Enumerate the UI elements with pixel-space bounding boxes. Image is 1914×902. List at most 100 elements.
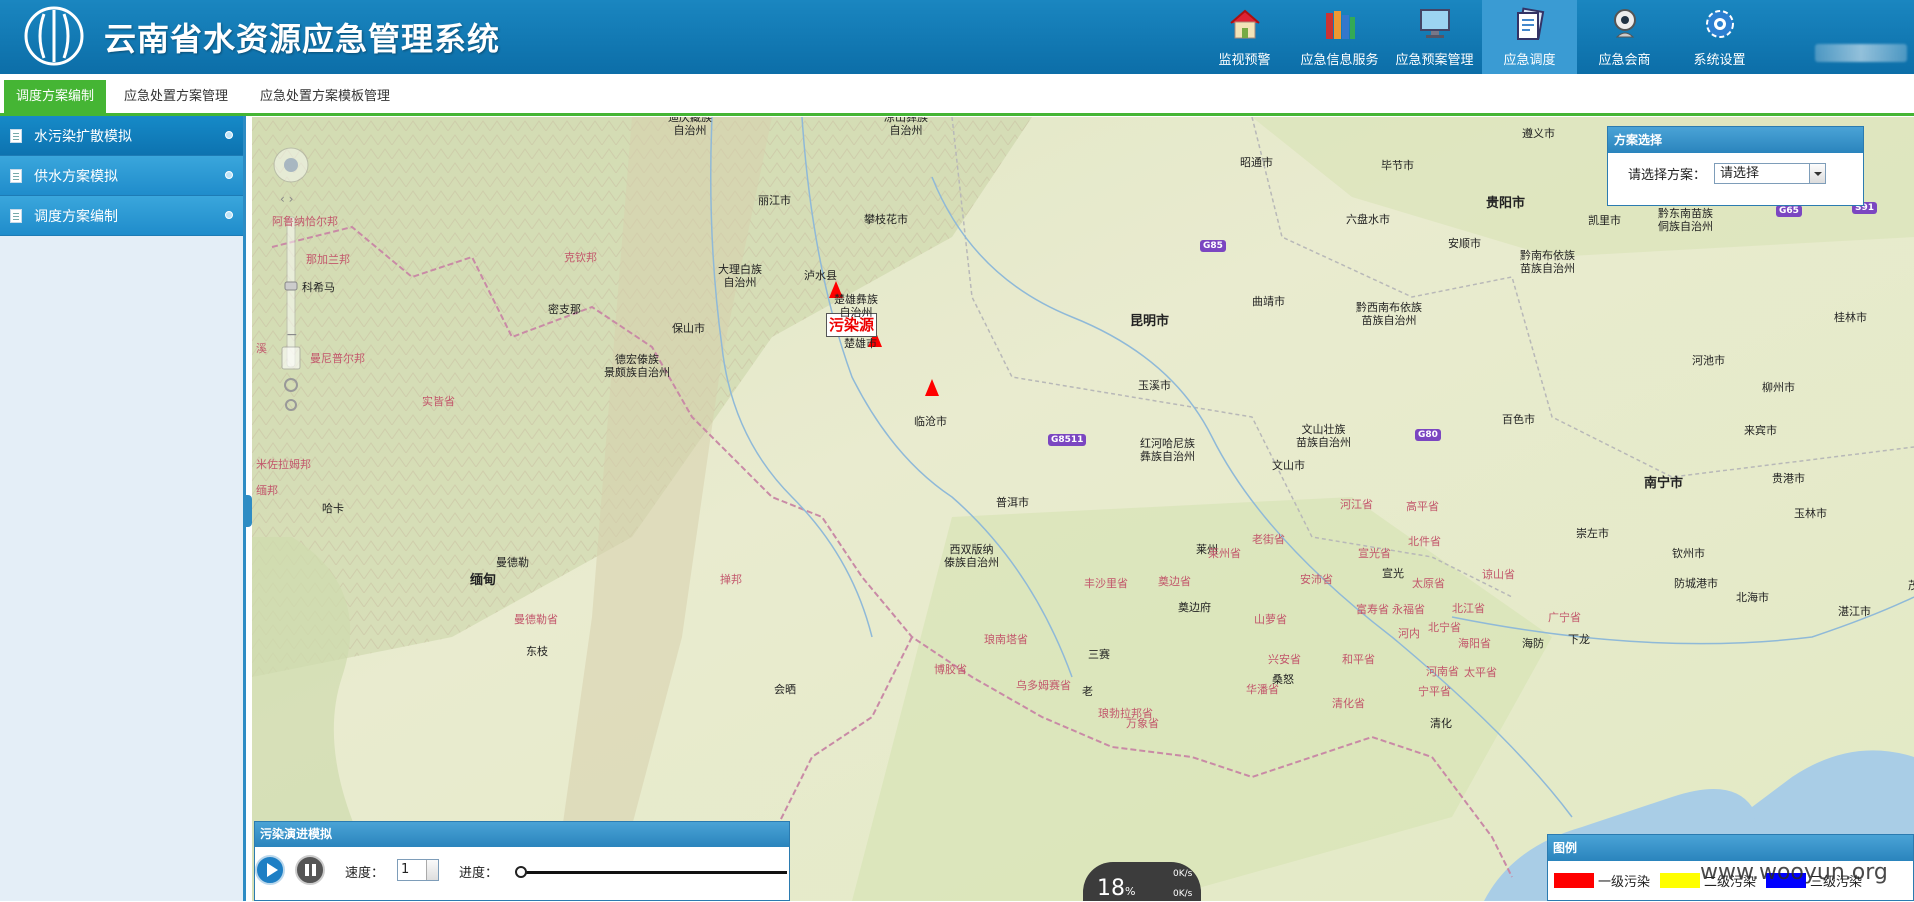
watermark: www.wooyun.org <box>1700 860 1888 885</box>
webcam-icon <box>1605 5 1645 43</box>
map-place-label: 楚雄彝族 自治州 <box>834 293 878 319</box>
nav-system-settings[interactable]: 系统设置 <box>1672 0 1767 74</box>
sidebar-item-water-supply[interactable]: 供水方案模拟 <box>0 156 243 196</box>
gauge-percent: 18 <box>1097 876 1125 901</box>
nav-label: 应急信息服务 <box>1300 53 1379 68</box>
map-region-label: 乌多姆赛省 <box>1016 679 1071 692</box>
map-region-label: 掸邦 <box>720 573 742 586</box>
map-place-label: 缅甸 <box>470 573 497 588</box>
map-place-label: 宣光 <box>1382 567 1404 580</box>
expand-dot-icon <box>225 211 233 219</box>
map-place-label: 泸水县 <box>804 269 837 282</box>
plan-select[interactable]: 请选择 <box>1714 163 1827 184</box>
house-icon <box>1225 5 1265 43</box>
map-region-label: 安沛省 <box>1300 573 1333 586</box>
map-place-label: 防城港市 <box>1674 577 1718 590</box>
map-place-label: 会晒 <box>774 683 796 696</box>
map-place-label: 河池市 <box>1692 354 1725 367</box>
sidebar-collapse-handle[interactable] <box>244 495 252 527</box>
nav-label: 应急调度 <box>1503 53 1556 68</box>
map-place-label: 昆明市 <box>1130 314 1170 329</box>
stepper-arrows-icon[interactable] <box>426 860 438 880</box>
sidebar-item-label: 调度方案编制 <box>34 208 118 225</box>
sidebar-item-label: 水污染扩散模拟 <box>34 128 132 145</box>
map-place-label: 黔南布依族 苗族自治州 <box>1520 249 1575 275</box>
speed-stepper[interactable]: 1 <box>397 859 439 881</box>
map-place-label: 奠边府 <box>1178 601 1211 614</box>
nav-monitor-warning[interactable]: 监视预警 <box>1197 0 1292 74</box>
tab-disposal-plan-management[interactable]: 应急处置方案管理 <box>112 80 240 113</box>
map-place-label: 湛江市 <box>1838 605 1871 618</box>
map-place-label: 攀枝花市 <box>864 213 908 226</box>
sidebar-item-pollution-diffusion[interactable]: 水污染扩散模拟 <box>0 116 243 156</box>
map-place-label: 迪庆藏族 自治州 <box>668 117 712 137</box>
play-button[interactable] <box>255 855 285 885</box>
map-region-label: 奠边省 <box>1158 575 1191 588</box>
nav-emergency-info[interactable]: 应急信息服务 <box>1292 0 1387 74</box>
map-place-label: 安顺市 <box>1448 237 1481 250</box>
map-place-label: 毕节市 <box>1381 159 1414 172</box>
map-place-label: 来宾市 <box>1744 424 1777 437</box>
map-place-label: 保山市 <box>672 322 705 335</box>
map-region-label: 克钦邦 <box>564 251 597 264</box>
gear-icon <box>1700 5 1740 43</box>
map-region-label: 谅山省 <box>1482 568 1515 581</box>
map-region-label: 曼尼普尔邦 <box>310 352 365 365</box>
expand-dot-icon <box>225 131 233 139</box>
map-place-label: 普洱市 <box>996 496 1029 509</box>
road-shield: G8511 <box>1048 434 1087 446</box>
map-place-label: 曲靖市 <box>1252 295 1285 308</box>
map-region-label: 缅邦 <box>256 484 278 497</box>
upload-rate: 0K/s <box>1173 869 1193 879</box>
progress-slider-handle[interactable] <box>515 866 527 878</box>
download-rate: 0K/s <box>1173 889 1193 899</box>
pause-button[interactable] <box>295 855 325 885</box>
plan-selection-panel: 方案选择 请选择方案： 请选择 <box>1607 126 1864 206</box>
map-region-label: 高平省 <box>1406 500 1439 513</box>
map-place-label: 哈卡 <box>322 502 344 515</box>
nav-emergency-dispatch[interactable]: 应急调度 <box>1482 0 1577 74</box>
map-place-label: 六盘水市 <box>1346 213 1390 226</box>
expand-dot-icon <box>225 171 233 179</box>
map-place-label: 凉山彝族 自治州 <box>884 117 928 137</box>
map-view[interactable]: ‹ › − G85 G65 S91 G8511 G80 污染源 迪庆藏族 自治州… <box>252 117 1914 901</box>
map-place-label: 丽江市 <box>758 194 791 207</box>
map-place-label: 清化 <box>1430 717 1452 730</box>
map-place-label: 黔西南布依族 苗族自治州 <box>1356 301 1422 327</box>
road-shield: G85 <box>1200 240 1226 252</box>
road-shield: G80 <box>1415 429 1441 441</box>
map-place-label: 黔东南苗族 侗族自治州 <box>1658 207 1713 233</box>
map-place-label: 科希马 <box>302 281 335 294</box>
map-place-label: 玉溪市 <box>1138 379 1171 392</box>
map-place-label: 北海市 <box>1736 591 1769 604</box>
chevron-down-icon[interactable] <box>1809 164 1826 183</box>
tab-dispatch-plan-editing[interactable]: 调度方案编制 <box>4 80 107 113</box>
tab-disposal-template-management[interactable]: 应急处置方案模板管理 <box>248 80 402 113</box>
map-place-label: 玉林市 <box>1794 507 1827 520</box>
map-region-label: 宁平省 <box>1418 685 1451 698</box>
map-place-label: 西双版纳 傣族自治州 <box>944 543 999 569</box>
gauge-unit: % <box>1125 885 1136 898</box>
map-region-label: 阿鲁纳恰尔邦 <box>272 215 338 228</box>
nav-consultation[interactable]: 应急会商 <box>1577 0 1672 74</box>
progress-label: 进度： <box>459 866 499 881</box>
legend-swatch <box>1554 873 1594 888</box>
document-icon <box>10 168 22 183</box>
map-place-label: 楚雄市 <box>844 337 877 350</box>
map-zoom-control[interactable]: ‹ › − <box>270 147 312 447</box>
nav-plan-management[interactable]: 应急预案管理 <box>1387 0 1482 74</box>
map-region-label: 太原省 <box>1412 577 1445 590</box>
map-region-label: 永福省 <box>1392 603 1425 616</box>
map-place-label: 崇左市 <box>1576 527 1609 540</box>
progress-slider[interactable] <box>515 866 787 878</box>
header-bar: 云南省水资源应急管理系统 监视预警 应急信息服务 应急预案管理 应急调度 应急会… <box>0 0 1914 74</box>
nav-label: 监视预警 <box>1218 53 1271 68</box>
map-place-label: 百色市 <box>1502 413 1535 426</box>
map-region-label: 溪 <box>256 342 267 355</box>
map-region-label: 实皆省 <box>422 395 455 408</box>
sidebar-item-dispatch-editing[interactable]: 调度方案编制 <box>0 196 243 236</box>
map-region-label: 广宁省 <box>1548 611 1581 624</box>
legend-item: 一级污染 <box>1554 871 1650 890</box>
map-place-label: 贵港市 <box>1772 472 1805 485</box>
svg-text:−: − <box>286 327 298 343</box>
